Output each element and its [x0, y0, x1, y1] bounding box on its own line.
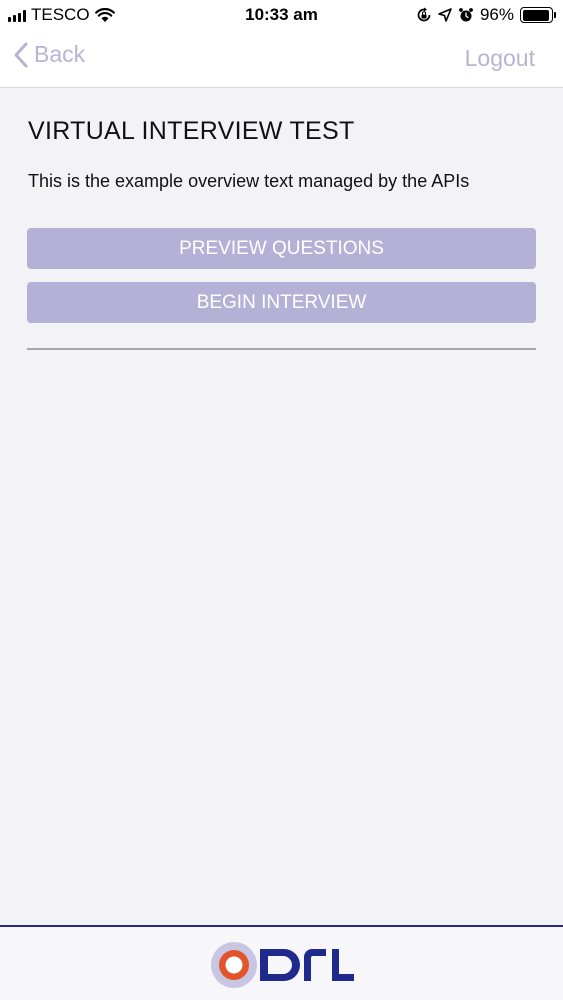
back-button[interactable]: Back	[14, 41, 85, 68]
alarm-clock-icon	[459, 8, 473, 22]
divider	[27, 348, 536, 350]
battery-percent: 96%	[479, 5, 514, 24]
logout-button[interactable]: Logout	[465, 45, 535, 72]
chevron-left-icon	[14, 42, 28, 67]
overview-text: This is the example overview text manage…	[28, 171, 470, 191]
screen: TESCO 10:33 am 96% Back Logout VIRTUAL I…	[0, 0, 563, 1000]
status-right: 96%	[416, 5, 556, 25]
begin-interview-button[interactable]: BEGIN INTERVIEW	[27, 282, 536, 323]
rotation-lock-icon	[417, 7, 431, 22]
page-title: VIRTUAL INTERVIEW TEST	[28, 117, 355, 145]
preview-questions-button[interactable]: PREVIEW QUESTIONS	[27, 228, 536, 269]
navigation-bar: Back Logout	[0, 30, 563, 88]
battery-level-fill	[522, 9, 550, 21]
battery-icon	[520, 7, 556, 23]
status-bar: TESCO 10:33 am 96%	[0, 0, 563, 30]
back-label: Back	[34, 41, 86, 67]
footer	[0, 925, 563, 1000]
company-logo	[211, 942, 354, 988]
location-arrow-icon	[438, 8, 452, 22]
